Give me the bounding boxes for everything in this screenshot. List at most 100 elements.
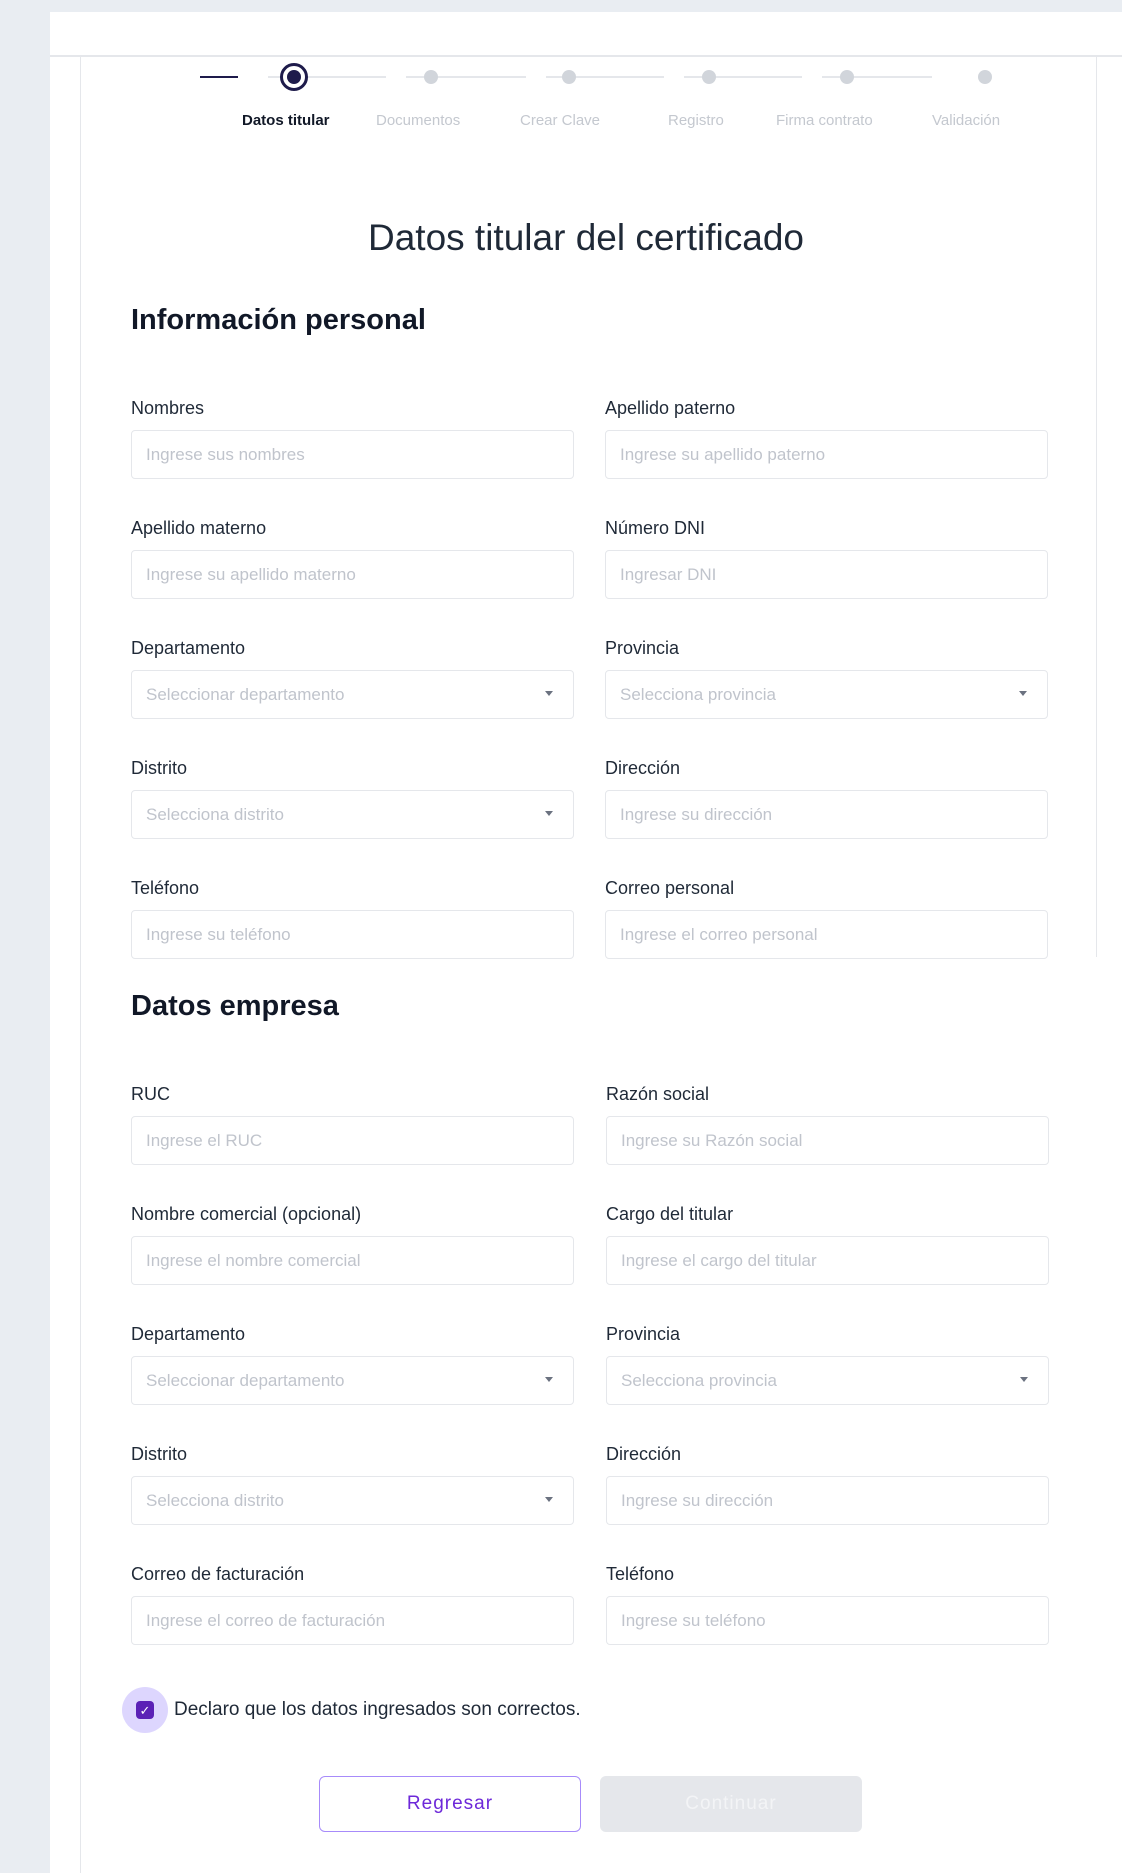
step-label-crear-clave: Crear Clave — [520, 112, 601, 129]
cargo-input[interactable] — [621, 1237, 1034, 1284]
field-label: Nombres — [131, 398, 205, 418]
field-label: Provincia — [605, 638, 680, 658]
field-departamento-personal: Departamento Seleccionar departamento — [131, 638, 574, 719]
chevron-down-icon — [545, 691, 553, 696]
apellido-materno-input-wrapper — [131, 550, 574, 599]
direccion-empresa-input[interactable] — [621, 1477, 1034, 1524]
step-indicator — [702, 70, 716, 84]
declaration-row: ✓ Declaro que los datos ingresados son c… — [122, 1687, 581, 1733]
step-indicator — [840, 70, 854, 84]
field-label: Distrito — [131, 758, 188, 778]
field-distrito-personal: Distrito Selecciona distrito — [131, 758, 574, 839]
field-correo-facturacion: Correo de facturación — [131, 1564, 574, 1645]
field-razon-social: Razón social — [606, 1084, 1049, 1165]
correo-facturacion-input[interactable] — [146, 1597, 559, 1644]
declaration-checkbox[interactable]: ✓ — [122, 1687, 168, 1733]
chevron-down-icon — [545, 1377, 553, 1382]
field-label: Teléfono — [131, 878, 200, 898]
direccion-input-wrapper — [605, 790, 1048, 839]
field-label: Apellido materno — [131, 518, 267, 538]
right-border — [1096, 57, 1097, 957]
field-correo-personal: Correo personal — [605, 878, 1048, 959]
correo-personal-input[interactable] — [620, 911, 1033, 958]
chevron-down-icon — [1020, 1377, 1028, 1382]
select-placeholder: Seleccionar departamento — [146, 685, 345, 704]
apellido-paterno-input-wrapper — [605, 430, 1048, 479]
field-label: Correo de facturación — [131, 1564, 305, 1584]
stepper-connector — [200, 76, 238, 78]
step-label-registro: Registro — [668, 112, 724, 129]
select-placeholder: Selecciona provincia — [620, 685, 776, 704]
distrito-empresa-select[interactable]: Selecciona distrito — [131, 1476, 574, 1525]
razon-social-input[interactable] — [621, 1117, 1034, 1164]
field-label: Número DNI — [605, 518, 706, 538]
step-label-datos-titular[interactable]: Datos titular — [242, 112, 330, 129]
select-placeholder: Selecciona distrito — [146, 1491, 284, 1510]
field-provincia-personal: Provincia Selecciona provincia — [605, 638, 1048, 719]
departamento-empresa-select[interactable]: Seleccionar departamento — [131, 1356, 574, 1405]
apellido-paterno-input[interactable] — [620, 431, 1033, 478]
nombre-comercial-input-wrapper — [131, 1236, 574, 1285]
dni-input[interactable] — [620, 551, 1033, 598]
field-apellido-paterno: Apellido paterno — [605, 398, 1048, 479]
direccion-input[interactable] — [620, 791, 1033, 838]
field-departamento-empresa: Departamento Seleccionar departamento — [131, 1324, 574, 1405]
step-indicator-active — [280, 63, 308, 91]
step-indicator — [978, 70, 992, 84]
field-provincia-empresa: Provincia Selecciona provincia — [606, 1324, 1049, 1405]
section-title-empresa: Datos empresa — [131, 990, 339, 1022]
step-label-firma-contrato: Firma contrato — [776, 112, 873, 129]
continue-button[interactable]: Continuar — [600, 1776, 862, 1832]
nombre-comercial-input[interactable] — [146, 1237, 559, 1284]
dni-input-wrapper — [605, 550, 1048, 599]
field-label: Apellido paterno — [605, 398, 736, 418]
select-placeholder: Selecciona provincia — [621, 1371, 777, 1390]
cargo-input-wrapper — [606, 1236, 1049, 1285]
step-label-documentos: Documentos — [376, 112, 461, 129]
clipped-row: Teléfono Correo personal — [131, 878, 1101, 961]
distrito-select[interactable]: Selecciona distrito — [131, 790, 574, 839]
back-button[interactable]: Regresar — [319, 1776, 581, 1832]
step-label-validacion: Validación — [932, 112, 1001, 129]
apellido-materno-input[interactable] — [146, 551, 559, 598]
ruc-input[interactable] — [146, 1117, 559, 1164]
field-cargo: Cargo del titular — [606, 1204, 1049, 1285]
field-telefono-personal: Teléfono — [131, 878, 574, 959]
departamento-select[interactable]: Seleccionar departamento — [131, 670, 574, 719]
field-telefono-empresa: Teléfono — [606, 1564, 1049, 1645]
field-direccion-personal: Dirección — [605, 758, 1048, 839]
select-placeholder: Seleccionar departamento — [146, 1371, 345, 1390]
field-ruc: RUC — [131, 1084, 574, 1165]
page-title: Datos titular del certificado — [368, 217, 804, 258]
telefono-input-wrapper — [131, 910, 574, 959]
checkmark-icon: ✓ — [136, 1701, 154, 1719]
field-label: Correo personal — [605, 878, 735, 898]
field-label: Distrito — [131, 1444, 188, 1464]
declaration-label[interactable]: Declaro que los datos ingresados son cor… — [174, 1699, 581, 1721]
field-label: Dirección — [606, 1444, 682, 1464]
field-direccion-empresa: Dirección — [606, 1444, 1049, 1525]
ruc-input-wrapper — [131, 1116, 574, 1165]
field-label: Nombre comercial (opcional) — [131, 1204, 362, 1224]
chevron-down-icon — [545, 1497, 553, 1502]
provincia-empresa-select[interactable]: Selecciona provincia — [606, 1356, 1049, 1405]
telefono-empresa-input[interactable] — [621, 1597, 1034, 1644]
field-label: Departamento — [131, 1324, 246, 1344]
step-indicator — [424, 70, 438, 84]
field-label: Cargo del titular — [606, 1204, 734, 1224]
section-title-personal: Información personal — [131, 304, 426, 336]
field-label: Dirección — [605, 758, 681, 778]
left-border — [80, 57, 81, 1873]
telefono-empresa-input-wrapper — [606, 1596, 1049, 1645]
field-nombre-comercial: Nombre comercial (opcional) — [131, 1204, 574, 1285]
field-apellido-materno: Apellido materno — [131, 518, 574, 599]
telefono-input[interactable] — [146, 911, 559, 958]
field-nombres: Nombres — [131, 398, 574, 479]
correo-input-wrapper — [605, 910, 1048, 959]
chevron-down-icon — [1019, 691, 1027, 696]
page-container: Datos titular Documentos Crear Clave Reg… — [50, 12, 1122, 1873]
provincia-select[interactable]: Selecciona provincia — [605, 670, 1048, 719]
nombres-input[interactable] — [146, 431, 559, 478]
field-label: RUC — [131, 1084, 170, 1104]
field-label: Departamento — [131, 638, 246, 658]
